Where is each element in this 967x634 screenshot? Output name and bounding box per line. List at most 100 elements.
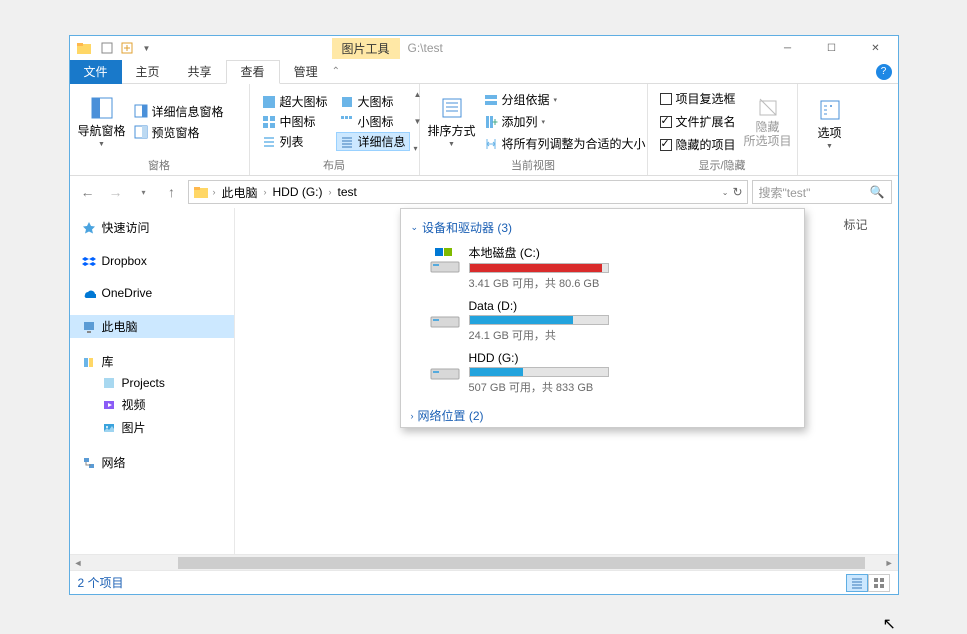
tab-view[interactable]: 查看 bbox=[226, 60, 280, 84]
col-tags[interactable]: 标记 bbox=[843, 216, 867, 233]
dropdown-icon[interactable]: ⌄ bbox=[722, 188, 729, 197]
hide-selected-button[interactable]: 隐藏 所选项目 bbox=[744, 88, 792, 155]
file-list-area[interactable]: 类型 大小 标记 PNG 图像14 KB PNG 图像11 KB ⌄设备和驱动器… bbox=[235, 208, 898, 554]
ribbon-group-show-hide: 项目复选框 文件扩展名 隐藏的项目 隐藏 所选项目 显示/隐藏 bbox=[648, 84, 798, 175]
chevron-down-icon: ▼ bbox=[448, 141, 455, 148]
content-area: 快速访问 Dropbox OneDrive 此电脑 库 Projects 视频 … bbox=[70, 208, 898, 554]
sidebar-item-videos[interactable]: 视频 bbox=[70, 393, 234, 416]
close-button[interactable]: ✕ bbox=[854, 36, 898, 60]
folder-icon bbox=[193, 184, 209, 200]
maximize-button[interactable]: ☐ bbox=[810, 36, 854, 60]
file-ext-toggle[interactable]: 文件扩展名 bbox=[656, 112, 740, 131]
options-button[interactable]: 选项 ▼ bbox=[806, 88, 854, 159]
ribbon-group-options: 选项 ▼ bbox=[798, 84, 862, 175]
qat-dropdown[interactable]: ▼ bbox=[138, 39, 156, 57]
tab-file[interactable]: 文件 bbox=[70, 60, 122, 84]
drive-c[interactable]: 本地磁盘 (C:) 3.41 GB 可用，共 80.6 GB bbox=[429, 244, 609, 291]
layout-m[interactable]: 中图标 bbox=[258, 112, 332, 131]
cursor-icon: ↖ bbox=[883, 614, 896, 634]
fit-columns-button[interactable]: 将所有列调整为合适的大小 bbox=[480, 134, 650, 153]
add-columns-button[interactable]: 添加列 ▾ bbox=[480, 112, 650, 131]
sidebar-item-pictures[interactable]: 图片 bbox=[70, 416, 234, 439]
chevron-right-icon[interactable]: › bbox=[327, 187, 334, 197]
this-pc-popup: ⌄设备和驱动器 (3) 本地磁盘 (C:) 3.41 GB 可用，共 80.6 … bbox=[400, 208, 805, 428]
window-controls: ─ ☐ ✕ bbox=[766, 36, 898, 60]
sidebar-item-onedrive[interactable]: OneDrive bbox=[70, 283, 234, 303]
collapse-ribbon-icon[interactable]: ⌃ bbox=[332, 66, 340, 77]
nav-pane-icon bbox=[90, 96, 114, 120]
ribbon-tabs: 文件 主页 共享 查看 管理 ⌃ ? bbox=[70, 60, 898, 84]
drive-d[interactable]: Data (D:) 24.1 GB 可用，共 bbox=[429, 299, 609, 343]
sidebar-item-dropbox[interactable]: Dropbox bbox=[70, 251, 234, 271]
detail-pane-icon bbox=[134, 104, 148, 118]
chevron-right-icon[interactable]: › bbox=[262, 187, 269, 197]
ribbon: 导航窗格 ▼ 详细信息窗格 预览窗格 窗格 超大图标 中图标 列表 大图标 bbox=[70, 84, 898, 176]
tab-home[interactable]: 主页 bbox=[122, 60, 174, 84]
sidebar-item-projects[interactable]: Projects bbox=[70, 373, 234, 393]
drive-icon bbox=[429, 299, 461, 331]
view-toggles bbox=[846, 574, 890, 592]
drive-icon bbox=[429, 244, 461, 276]
layout-l[interactable]: 大图标 bbox=[336, 92, 410, 111]
hide-icon bbox=[756, 95, 780, 119]
layout-details[interactable]: 详细信息 bbox=[336, 132, 410, 151]
horizontal-scrollbar[interactable]: ◄ ► bbox=[70, 554, 898, 570]
nav-pane-button[interactable]: 导航窗格 ▼ bbox=[78, 88, 126, 155]
sidebar-item-lib[interactable]: 库 bbox=[70, 350, 234, 373]
devices-group-header[interactable]: ⌄设备和驱动器 (3) bbox=[411, 217, 794, 238]
preview-pane-icon bbox=[134, 125, 148, 139]
chevron-down-icon: ▼ bbox=[98, 141, 105, 148]
scroll-right-icon[interactable]: ► bbox=[885, 558, 894, 568]
search-icon: 🔍 bbox=[870, 185, 885, 199]
icons-view-toggle[interactable] bbox=[868, 574, 890, 592]
ribbon-group-layout: 超大图标 中图标 列表 大图标 小图标 详细信息 ▲ ▼ ▾ 布局 bbox=[250, 84, 420, 175]
sidebar-item-quick[interactable]: 快速访问 bbox=[70, 216, 234, 239]
drive-icon bbox=[429, 351, 461, 383]
group-by-button[interactable]: 分组依据 ▾ bbox=[480, 90, 650, 109]
tab-manage[interactable]: 管理 bbox=[280, 60, 332, 84]
drive-g[interactable]: HDD (G:) 507 GB 可用，共 833 GB bbox=[429, 351, 609, 395]
ribbon-group-panes: 导航窗格 ▼ 详细信息窗格 预览窗格 窗格 bbox=[70, 84, 250, 175]
sidebar-item-pc[interactable]: 此电脑 bbox=[70, 315, 234, 338]
folder-icon bbox=[76, 40, 92, 56]
options-icon bbox=[818, 98, 842, 122]
qat-new-folder[interactable] bbox=[118, 39, 136, 57]
forward-button[interactable]: → bbox=[104, 180, 128, 204]
help-icon[interactable]: ? bbox=[876, 64, 892, 80]
tab-share[interactable]: 共享 bbox=[174, 60, 226, 84]
sort-icon bbox=[440, 96, 464, 120]
picture-tools-tab[interactable]: 图片工具 bbox=[332, 38, 400, 59]
status-bar: 2 个项目 bbox=[70, 570, 898, 594]
item-checkboxes-toggle[interactable]: 项目复选框 bbox=[656, 89, 740, 108]
scroll-left-icon[interactable]: ◄ bbox=[74, 558, 83, 568]
back-button[interactable]: ← bbox=[76, 180, 100, 204]
layout-xl[interactable]: 超大图标 bbox=[258, 92, 332, 111]
layout-list[interactable]: 列表 bbox=[258, 132, 332, 151]
explorer-window: ▼ 图片工具 G:\test ─ ☐ ✕ 文件 主页 共享 查看 管理 ⌃ ? … bbox=[69, 35, 899, 595]
recent-dropdown[interactable]: ▾ bbox=[132, 180, 156, 204]
chevron-right-icon[interactable]: › bbox=[211, 187, 218, 197]
search-box[interactable]: 搜索"test" 🔍 bbox=[752, 180, 892, 204]
details-view-toggle[interactable] bbox=[846, 574, 868, 592]
network-group-header[interactable]: ›网络位置 (2) bbox=[411, 405, 794, 426]
nav-pane: 快速访问 Dropbox OneDrive 此电脑 库 Projects 视频 … bbox=[70, 208, 235, 554]
quick-access-toolbar: ▼ bbox=[98, 39, 156, 57]
detail-pane-button[interactable]: 详细信息窗格 bbox=[130, 102, 228, 121]
qat-properties[interactable] bbox=[98, 39, 116, 57]
sidebar-item-network[interactable]: 网络 bbox=[70, 451, 234, 474]
scrollbar-thumb[interactable] bbox=[178, 557, 864, 569]
sort-button[interactable]: 排序方式 ▼ bbox=[428, 88, 476, 155]
breadcrumb[interactable]: › 此电脑 › HDD (G:) › test ⌄ ↻ bbox=[188, 180, 748, 204]
preview-pane-button[interactable]: 预览窗格 bbox=[130, 123, 228, 142]
drives-list: 本地磁盘 (C:) 3.41 GB 可用，共 80.6 GB Data (D:)… bbox=[411, 238, 794, 405]
address-bar-row: ← → ▾ ↑ › 此电脑 › HDD (G:) › test ⌄ ↻ 搜索"t… bbox=[70, 176, 898, 208]
title-bar: ▼ 图片工具 G:\test ─ ☐ ✕ bbox=[70, 36, 898, 60]
refresh-icon[interactable]: ↻ bbox=[732, 185, 742, 199]
minimize-button[interactable]: ─ bbox=[766, 36, 810, 60]
up-button[interactable]: ↑ bbox=[160, 180, 184, 204]
hidden-items-toggle[interactable]: 隐藏的项目 bbox=[656, 135, 740, 154]
layout-s[interactable]: 小图标 bbox=[336, 112, 410, 131]
window-title: G:\test bbox=[408, 41, 443, 55]
ribbon-group-current-view: 排序方式 ▼ 分组依据 ▾ 添加列 ▾ 将所有列调整为合适的大小 当前视图 bbox=[420, 84, 648, 175]
item-count: 2 个项目 bbox=[78, 574, 124, 591]
